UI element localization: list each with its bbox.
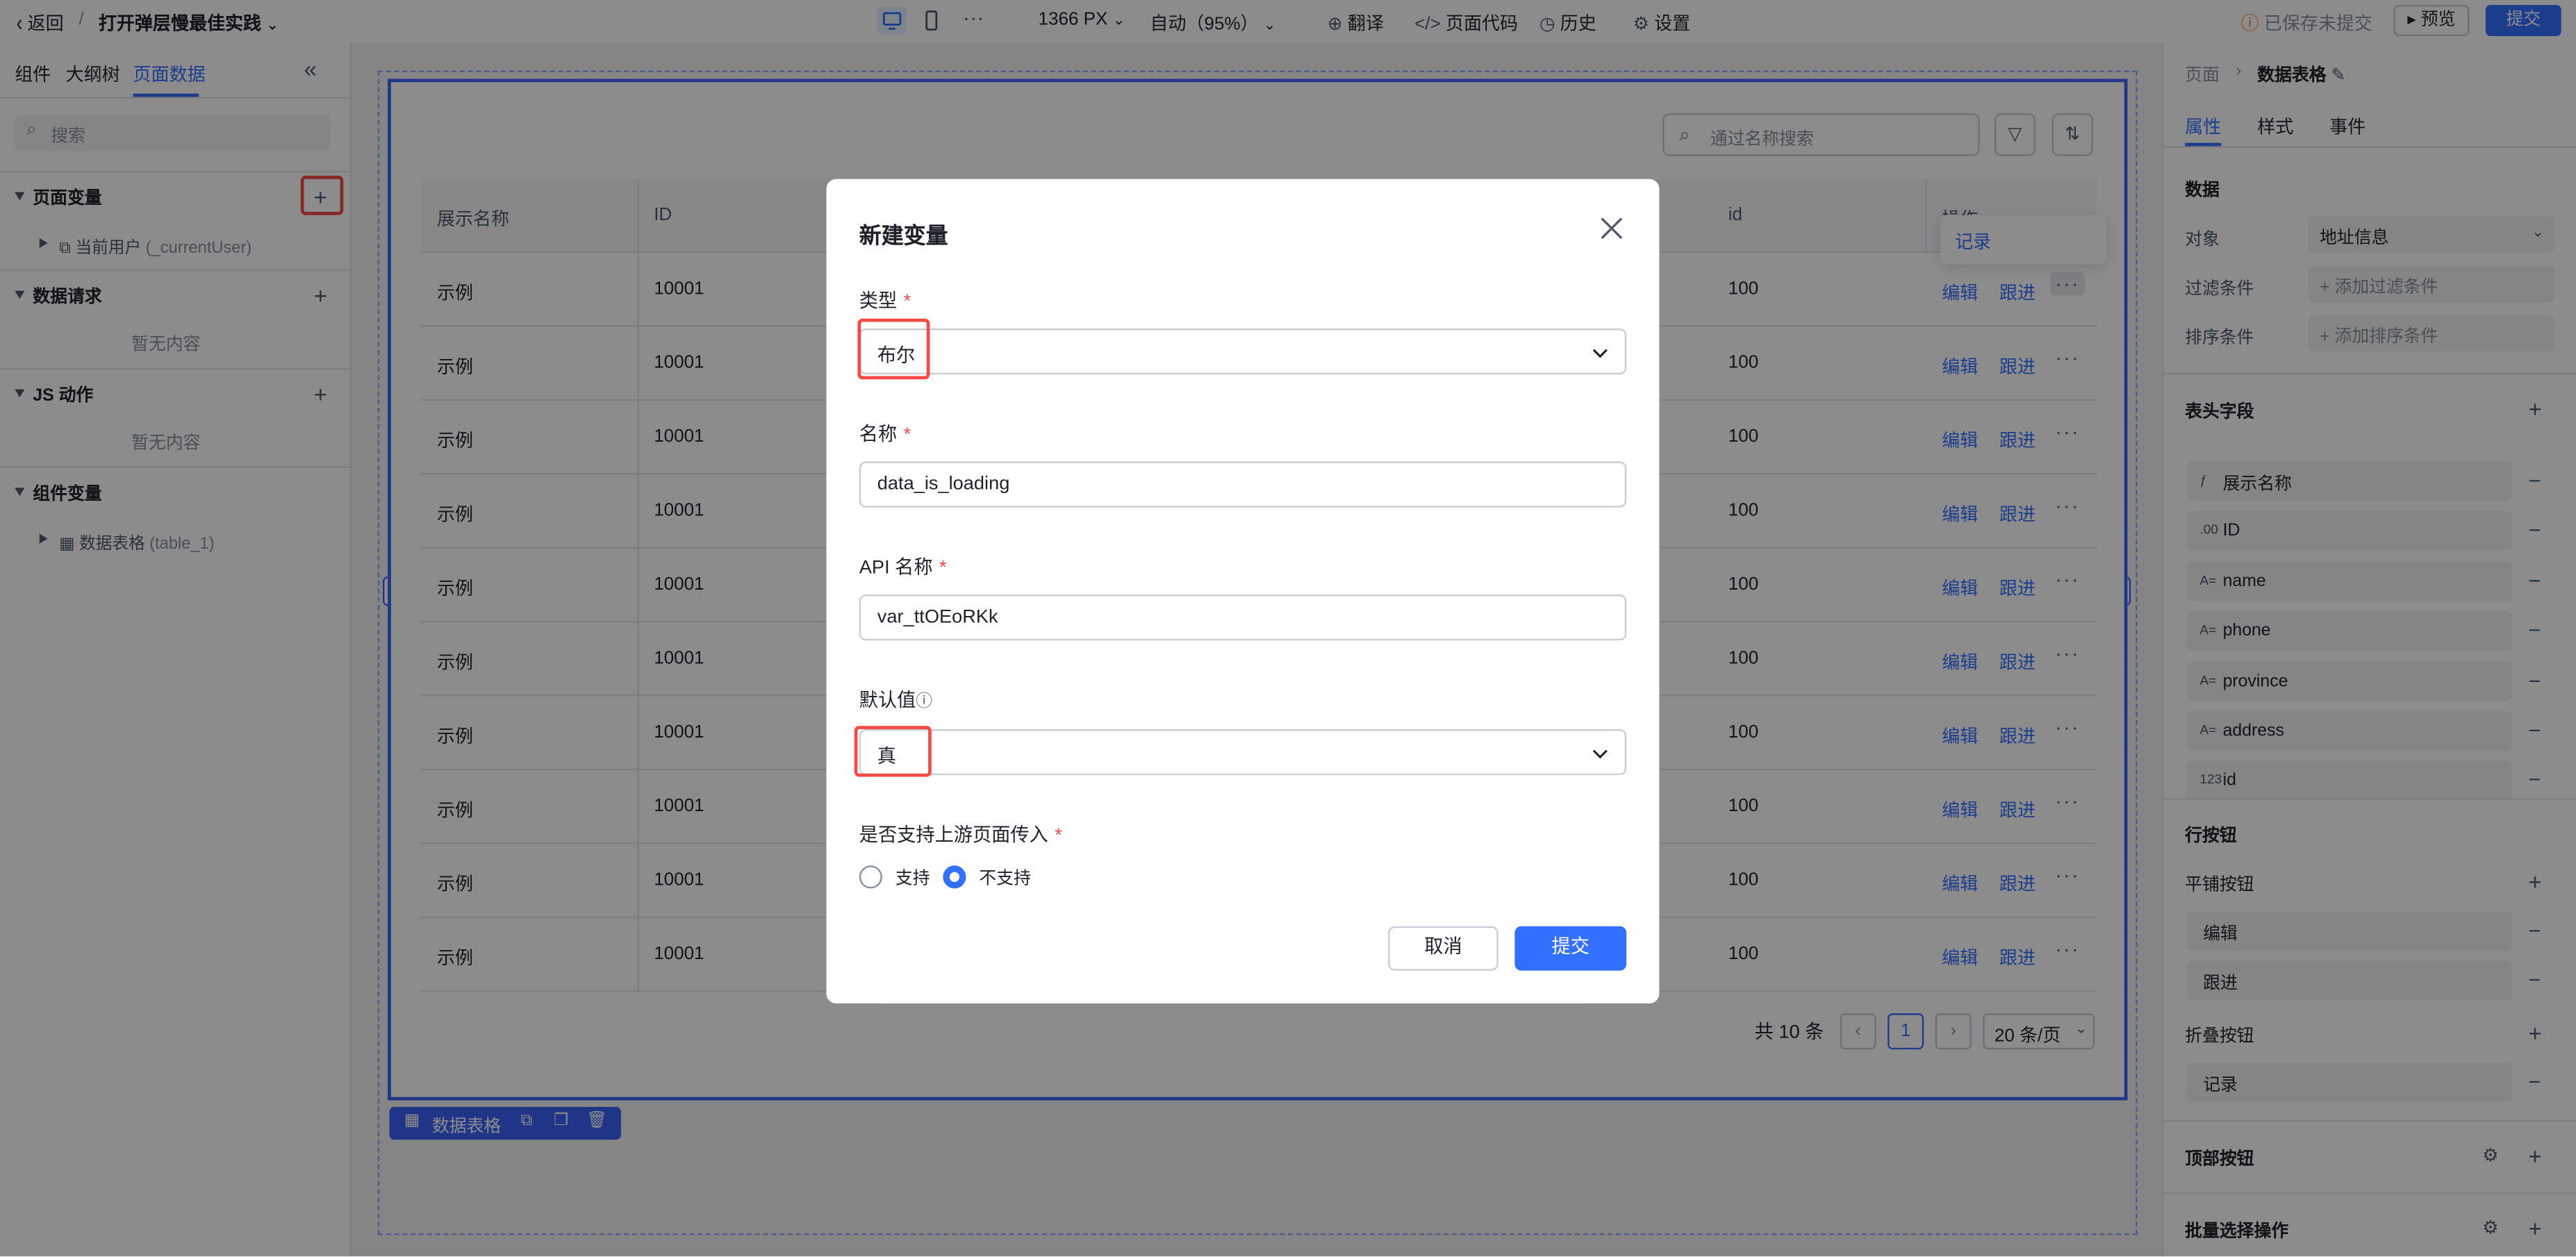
radio-support[interactable] [859,865,882,889]
upstream-label: 是否支持上游页面传入 * [859,826,1062,846]
chevron-down-icon [1592,349,1608,358]
default-value-label: 默认值ⓘ [859,691,933,711]
dialog-title: 新建变量 [859,223,948,249]
name-input[interactable]: data_is_loading [859,461,1627,508]
api-name-input[interactable]: var_ttOEoRKk [859,594,1627,641]
name-label: 名称 * [859,425,911,445]
close-icon[interactable] [1599,215,1625,242]
type-select[interactable]: 布尔 [859,328,1627,375]
new-variable-dialog: 新建变量 类型 * 布尔 名称 * data_is_loading API 名称 * … [826,178,1660,1004]
chevron-down-icon [1592,749,1608,759]
info-icon: ⓘ [916,692,933,711]
radio-not-support-label[interactable]: 不支持 [979,865,1030,890]
highlight-box [854,726,932,777]
submit-button[interactable]: 提交 [1514,926,1627,971]
highlight-box [857,318,930,380]
cancel-button[interactable]: 取消 [1388,926,1498,971]
default-value-select[interactable]: 真 [859,729,1627,776]
radio-support-label[interactable]: 支持 [895,865,930,890]
api-name-label: API 名称 * [859,558,947,578]
type-label: 类型 * [859,292,911,313]
radio-not-support[interactable] [943,865,966,889]
